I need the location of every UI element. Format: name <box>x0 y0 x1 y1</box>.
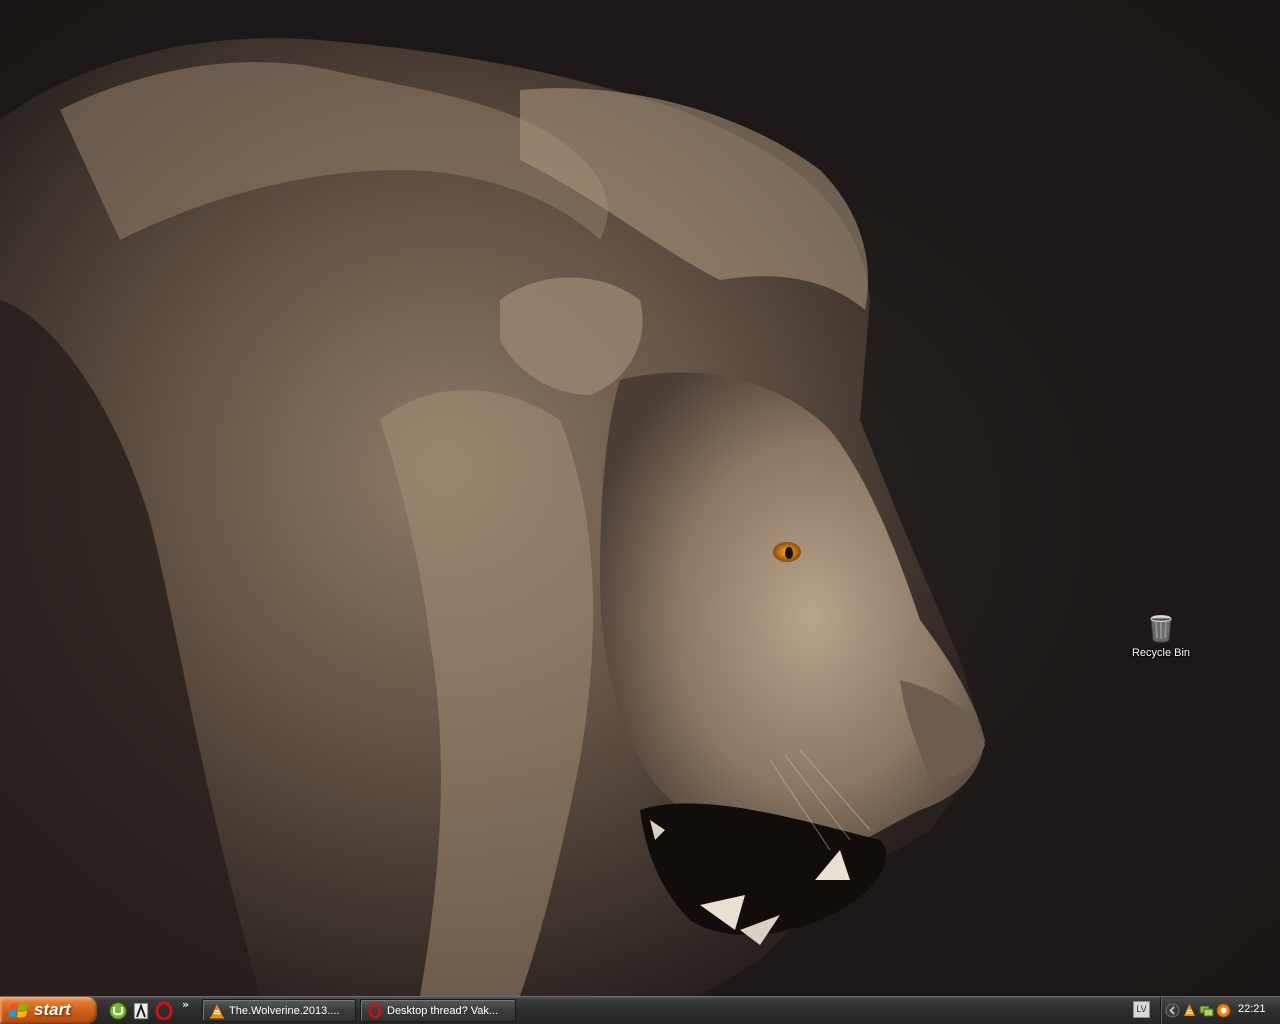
language-indicator[interactable]: LV <box>1133 1001 1150 1018</box>
taskbar: start » The.Wolverine.2013.... Desktop t… <box>0 996 1280 1024</box>
quick-launch-chevron-icon[interactable]: » <box>182 998 189 1011</box>
recycle-bin[interactable]: Recycle Bin <box>1121 612 1201 659</box>
desktop[interactable]: Recycle Bin <box>0 0 1280 996</box>
start-label: start <box>34 1000 71 1019</box>
tray-collapse-icon[interactable] <box>1165 1003 1180 1018</box>
recycle-bin-icon <box>1150 615 1172 643</box>
system-tray: 22:21 <box>1160 997 1280 1024</box>
winamp-icon[interactable] <box>131 1001 151 1021</box>
avast-icon[interactable] <box>1216 1003 1231 1018</box>
task-button-opera[interactable]: Desktop thread? Vak... <box>360 999 516 1022</box>
recycle-bin-label: Recycle Bin <box>1131 647 1191 659</box>
windows-logo-icon <box>9 1003 28 1018</box>
start-button[interactable]: start <box>0 997 97 1024</box>
utorrent-icon[interactable] <box>108 1001 128 1021</box>
clock[interactable]: 22:21 <box>1238 1003 1266 1015</box>
network-icon[interactable] <box>1199 1003 1214 1018</box>
opera-icon <box>368 1003 382 1019</box>
lion-wallpaper <box>0 38 985 996</box>
task-label: The.Wolverine.2013.... <box>229 1005 340 1017</box>
vlc-icon <box>210 1004 224 1019</box>
task-label: Desktop thread? Vak... <box>387 1005 499 1017</box>
vlc-icon[interactable] <box>1182 1003 1197 1018</box>
opera-icon[interactable] <box>154 1001 174 1021</box>
task-button-vlc[interactable]: The.Wolverine.2013.... <box>202 999 356 1022</box>
